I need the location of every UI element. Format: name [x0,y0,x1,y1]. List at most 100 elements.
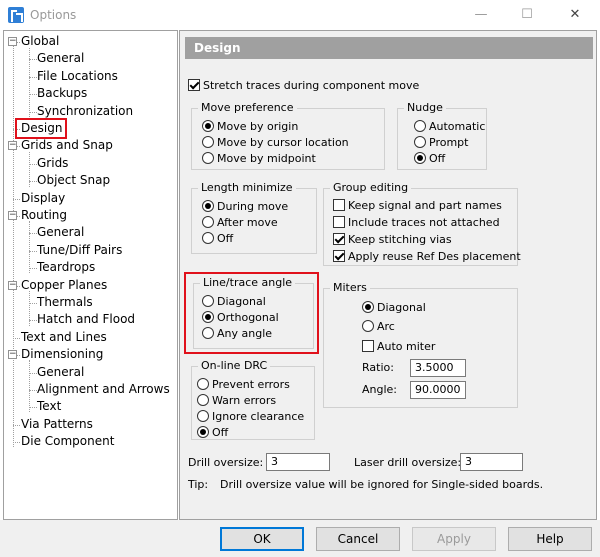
tree-collapse-icon[interactable]: − [8,37,17,46]
tree-connector [29,320,37,322]
tree-item-routing[interactable]: Routing [21,207,67,224]
tree-item-alignment-and-arrows[interactable]: Alignment and Arrows [37,381,170,398]
ratio-input[interactable]: 3.5000 [410,359,466,377]
tree-collapse-icon[interactable]: − [8,141,17,151]
ignore-clearance-radio[interactable]: Ignore clearance [197,409,304,425]
cancel-button[interactable]: Cancel [316,527,400,551]
tree-item-label: Text and Lines [21,329,107,344]
minimize-button[interactable]: — [458,0,504,30]
length-minimize-off-radio[interactable]: Off [202,231,233,247]
prevent-errors-radio[interactable]: Prevent errors [197,377,290,393]
move-by-origin-radio[interactable]: Move by origin [202,119,298,135]
tree-item-file-locations[interactable]: File Locations [37,68,118,85]
tree-connector [29,250,37,252]
title-bar: Options — ☐ ✕ [0,0,600,30]
nudge-off-radio[interactable]: Off [414,151,445,167]
move-preference-title: Move preference [198,101,297,115]
tree-item-dimensioning[interactable]: Dimensioning [21,346,103,363]
tree-item-tune-diff-pairs[interactable]: Tune/Diff Pairs [37,242,122,259]
tree-item-label: Die Component [21,434,115,449]
tree-branch-line-dimensioning [29,360,30,412]
tree-item-backups[interactable]: Backups [37,85,87,102]
miter-diagonal-radio[interactable]: Diagonal [362,300,426,316]
tree-item-general[interactable]: General [37,224,84,241]
tree-connector [29,233,37,235]
move-by-cursor-radio[interactable]: Move by cursor location [202,135,349,151]
tree-item-label: File Locations [37,68,118,83]
tree-connector [13,424,20,426]
tree-branch-line-global [29,48,30,117]
tree-item-label: Copper Planes [21,277,108,292]
tree-item-general[interactable]: General [37,50,84,67]
keep-signal-names-checkbox[interactable]: Keep signal and part names [333,198,502,214]
tree-item-display[interactable]: Display [21,190,65,207]
tree-connector [29,303,37,304]
ok-button[interactable]: OK [220,527,304,551]
tree-connector [29,372,37,374]
tree-item-global[interactable]: Global [21,33,59,50]
move-preference-group: Move preference Move by origin Move by c… [191,101,385,170]
nudge-automatic-radio[interactable]: Automatic [414,119,485,135]
tree-item-die-component[interactable]: Die Component [21,433,114,450]
design-settings-panel: Design Stretch traces during component m… [179,30,597,520]
maximize-button[interactable]: ☐ [504,0,550,30]
tree-branch-line-routing [29,221,30,273]
tree-item-general[interactable]: General [37,364,84,381]
tree-item-hatch-and-flood[interactable]: Hatch and Flood [37,311,135,328]
tree-item-grids-and-snap[interactable]: Grids and Snap [21,137,113,154]
tip-text: Drill oversize value will be ignored for… [220,478,544,491]
tree-item-label: General [37,364,85,379]
nudge-title: Nudge [404,101,446,115]
tree-connector [29,59,37,61]
checkbox-box[interactable] [188,79,200,91]
tree-item-object-snap[interactable]: Object Snap [37,172,110,189]
tip-label: Tip: [188,478,209,491]
tree-connector [29,94,37,96]
help-button[interactable]: Help [508,527,592,551]
tree-item-text[interactable]: Text [37,398,61,415]
move-by-midpoint-radio[interactable]: Move by midpoint [202,151,316,167]
tree-collapse-icon[interactable]: − [8,350,17,360]
tree-connector [13,337,20,339]
tree-collapse-icon[interactable]: − [8,280,17,290]
tree-item-teardrops[interactable]: Teardrops [37,259,95,276]
angle-input[interactable]: 90.0000 [410,381,466,399]
tree-item-label: Alignment and Arrows [37,382,170,396]
app-logo-icon [8,7,24,23]
tree-item-thermals[interactable]: Thermals [37,294,93,311]
tree-item-label: Hatch and Flood [37,312,136,327]
online-drc-title: On-line DRC [198,359,271,373]
close-button[interactable]: ✕ [552,0,598,30]
nudge-group: Nudge Automatic Prompt Off [397,101,487,170]
after-move-radio[interactable]: After move [202,215,278,231]
tree-connector [29,181,37,183]
tree-item-label: Via Patterns [21,416,93,431]
miter-arc-radio[interactable]: Arc [362,319,395,335]
tree-item-copper-planes[interactable]: Copper Planes [21,277,107,294]
during-move-radio[interactable]: During move [202,199,288,215]
ratio-label: Ratio: [362,361,394,374]
tree-connector [29,111,37,113]
apply-button[interactable]: Apply [412,527,496,551]
keep-stitching-vias-checkbox[interactable]: Keep stitching vias [333,232,452,248]
stretch-traces-checkbox[interactable]: Stretch traces during component move [188,78,419,94]
tree-item-label: Object Snap [37,173,111,188]
tree-item-grids[interactable]: Grids [37,155,68,172]
tree-connector [29,268,37,270]
tree-collapse-icon[interactable]: − [8,211,17,220]
tree-item-label: Dimensioning [21,347,104,362]
tree-connector [29,407,37,409]
auto-miter-checkbox[interactable]: Auto miter [362,339,435,355]
laser-drill-oversize-input[interactable]: 3 [460,453,523,471]
options-tree[interactable]: Global − General File Locations Backups Synch… [3,30,178,520]
drc-off-radio[interactable]: Off [197,425,228,441]
apply-reuse-refdes-checkbox[interactable]: Apply reuse Ref Des placement [333,249,521,265]
include-traces-checkbox[interactable]: Include traces not attached [333,215,500,231]
drill-oversize-input[interactable]: 3 [266,453,330,471]
warn-errors-radio[interactable]: Warn errors [197,393,276,409]
tree-item-label: Text [37,399,62,414]
nudge-prompt-radio[interactable]: Prompt [414,135,468,151]
tree-item-text-and-lines[interactable]: Text and Lines [21,329,107,346]
tree-connector [29,163,37,165]
tree-item-via-patterns[interactable]: Via Patterns [21,416,93,433]
